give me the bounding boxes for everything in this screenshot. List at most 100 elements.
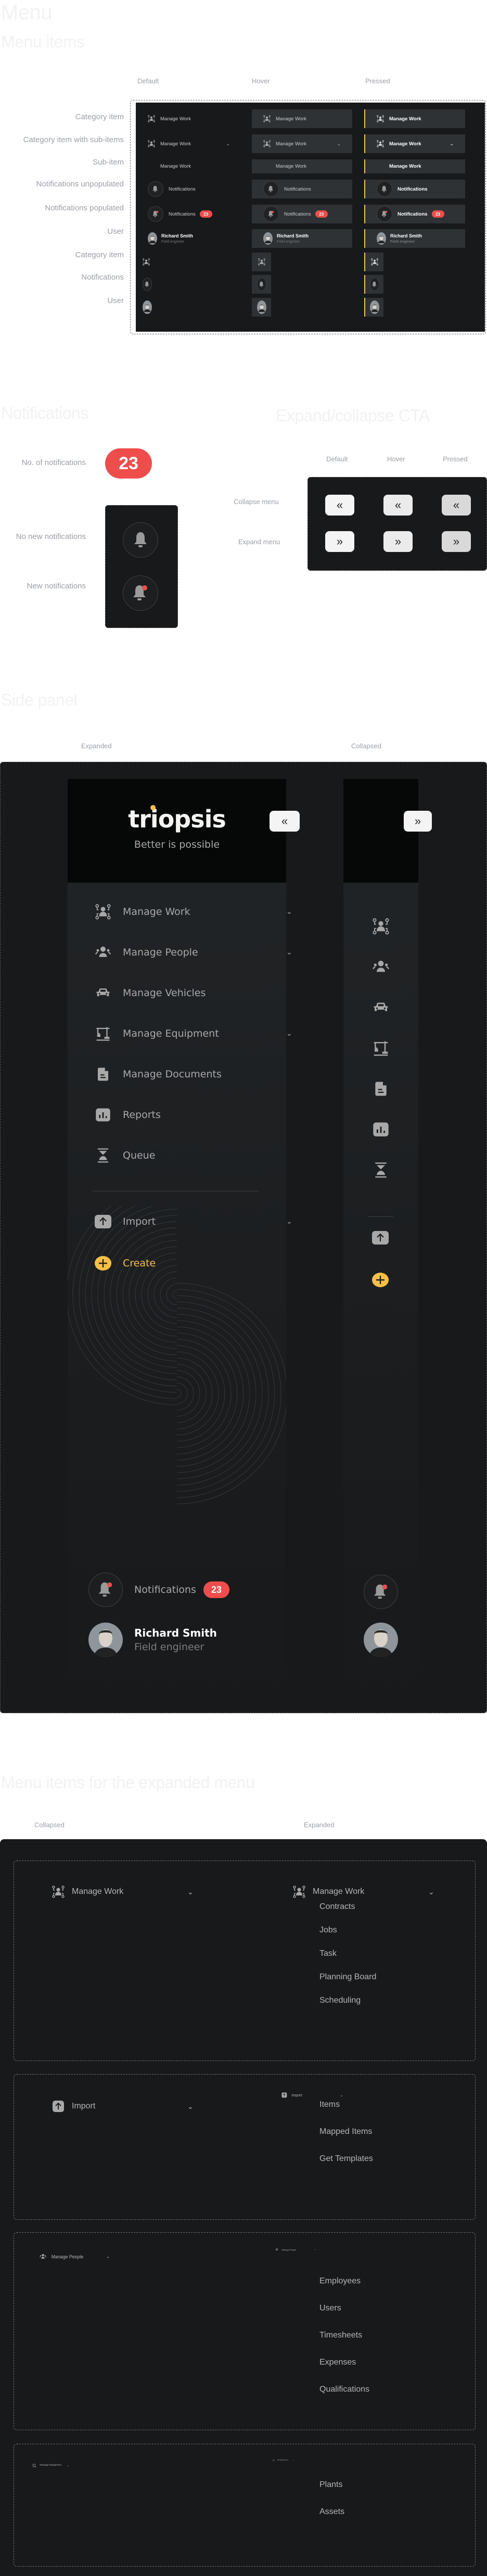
category-item-hover[interactable]: Manage Work — [252, 109, 352, 128]
document-icon — [373, 1082, 389, 1099]
notifications-icon-only-default[interactable] — [143, 275, 158, 294]
user-icon-only-pressed[interactable] — [364, 298, 383, 317]
expand-button-hover[interactable]: » — [383, 531, 413, 552]
notifications-populated-pressed[interactable]: Notifications 23 — [364, 205, 465, 223]
menu-item-queue[interactable]: Queue — [94, 1148, 155, 1163]
bell-icon — [257, 278, 266, 291]
category-item-with-sub-items-hover[interactable]: Manage Work ⌄ — [252, 134, 352, 153]
sub-item[interactable]: Timesheets — [319, 2331, 362, 2340]
chevron-down-icon: ⌄ — [286, 948, 292, 957]
item-label: Notifications — [284, 211, 311, 217]
chevron-down-icon: ⌄ — [187, 1887, 194, 1896]
collapse-button[interactable]: « — [270, 811, 300, 832]
expand-button-default[interactable]: » — [325, 531, 354, 552]
sub-item[interactable]: Jobs — [319, 1926, 337, 1935]
menu-item-reports-collapsed[interactable] — [373, 1121, 389, 1140]
category-item-with-sub-items-pressed[interactable]: Manage Work ⌄ — [364, 134, 465, 153]
category-item-default[interactable]: Manage Work — [143, 109, 241, 128]
menu-item-manage-work[interactable]: Manage Work ⌄ — [94, 904, 292, 920]
sub-item[interactable]: Qualifications — [319, 2385, 369, 2394]
menu-item-manage-documents-collapsed[interactable] — [373, 1080, 389, 1100]
category-item-icon-only-pressed[interactable] — [364, 253, 383, 271]
sub-item[interactable]: Plants — [319, 2480, 342, 2490]
bell-icon — [369, 278, 379, 291]
notifications-icon-only-hover[interactable] — [252, 275, 271, 294]
menu-item-manage-equipment[interactable]: Manage Equipment ⌄ — [94, 1026, 292, 1041]
bell-no-new[interactable] — [123, 522, 158, 558]
sub-item-pressed[interactable]: Manage Work — [364, 159, 465, 173]
sub-item[interactable]: Items — [319, 2100, 340, 2109]
expand-button[interactable]: » — [404, 811, 432, 832]
menu-item-manage-work-collapsed[interactable] — [373, 918, 389, 937]
category-item-pressed[interactable]: Manage Work — [364, 109, 465, 128]
label-expanded: Expanded — [81, 742, 112, 750]
create-button[interactable]: Create — [94, 1255, 156, 1271]
notifications-unpopulated-hover[interactable]: Notifications — [252, 180, 352, 198]
category-item-with-sub-items-default[interactable]: Manage Work ⌄ — [143, 134, 241, 153]
user-profile[interactable]: Richard Smith Field engineer — [88, 1623, 217, 1657]
notifications-populated-hover[interactable]: Notifications 23 — [252, 205, 352, 223]
group-expanded-0[interactable]: Manage Work ⌄ — [293, 1886, 434, 1898]
user-item-default[interactable]: Richard Smith Field engineer — [143, 229, 241, 248]
collapse-button-hover[interactable]: « — [383, 495, 413, 516]
group-expanded-3[interactable]: Manage Equipment ⌄ — [273, 2459, 294, 2461]
group-collapsed-3[interactable]: Manage Equipment ⌄ — [32, 2464, 70, 2467]
label-count: No. of notifications — [21, 458, 86, 467]
manage-work-icon — [263, 115, 271, 122]
car-icon — [94, 985, 112, 1001]
notifications-icon-only-pressed[interactable] — [364, 275, 383, 294]
category-item-icon-only-hover[interactable] — [252, 253, 271, 271]
user-role: Field engineer — [161, 240, 185, 244]
user-icon-only-default[interactable] — [143, 298, 158, 317]
sub-item[interactable]: Get Templates — [319, 2154, 373, 2164]
group-expanded-1[interactable]: Import ⌄ — [281, 2092, 343, 2098]
group-expanded-2[interactable]: Manage People ⌄ — [275, 2248, 316, 2251]
menu-item-manage-documents[interactable]: Manage Documents — [94, 1066, 222, 1082]
menu-item-import[interactable]: Import ⌄ — [94, 1214, 292, 1229]
sub-item[interactable]: Mapped Items — [319, 2127, 372, 2137]
sub-item-hover[interactable]: Manage Work — [252, 159, 352, 173]
notifications-item[interactable]: Notifications 23 — [88, 1573, 229, 1607]
collapse-button-default[interactable]: « — [325, 495, 354, 516]
group-collapsed-1[interactable]: Import ⌄ — [52, 2100, 194, 2113]
group-collapsed-0[interactable]: Manage Work ⌄ — [52, 1886, 194, 1898]
menu-item-reports[interactable]: Reports — [94, 1107, 161, 1123]
category-item-icon-only-default[interactable] — [143, 253, 158, 271]
user-icon-only-hover[interactable] — [252, 298, 271, 317]
menu-item-manage-vehicles-collapsed[interactable] — [373, 999, 389, 1019]
item-label: Manage Work — [276, 116, 306, 122]
menu-item-manage-people-collapsed[interactable] — [373, 959, 389, 978]
create-button-collapsed[interactable] — [372, 1272, 389, 1290]
sub-item-default[interactable]: Manage Work — [143, 159, 241, 173]
notification-badge: 23 — [199, 210, 212, 218]
collapse-button-pressed[interactable]: « — [442, 495, 471, 516]
notifications-unpopulated-default[interactable]: Notifications — [143, 180, 241, 198]
upload-icon — [94, 1214, 112, 1229]
avatar — [88, 1623, 123, 1657]
sub-item[interactable]: Task — [319, 1949, 337, 1958]
user-item-pressed[interactable]: Richard Smith Field engineer — [364, 229, 465, 248]
avatar-collapsed[interactable] — [364, 1623, 398, 1657]
expanded-menu-group-3 — [14, 2444, 476, 2567]
bell-new[interactable] — [123, 575, 158, 611]
sub-item[interactable]: Users — [319, 2304, 341, 2313]
menu-item-queue-collapsed[interactable] — [373, 1162, 389, 1181]
sub-item[interactable]: Assets — [319, 2507, 344, 2517]
notification-bell-collapsed[interactable] — [364, 1575, 398, 1609]
menu-item-manage-people[interactable]: Manage People ⌄ — [94, 945, 292, 960]
menu-item-manage-vehicles[interactable]: Manage Vehicles — [94, 985, 206, 1001]
expand-button-pressed[interactable]: » — [442, 531, 471, 552]
manage-work-icon — [148, 115, 155, 122]
user-item-hover[interactable]: Richard Smith Field engineer — [252, 229, 352, 248]
notifications-populated-default[interactable]: Notifications 23 — [143, 205, 241, 223]
group-label: Manage Equipment — [40, 2464, 61, 2467]
sub-item[interactable]: Planning Board — [319, 1972, 376, 1982]
notifications-unpopulated-pressed[interactable]: Notifications — [364, 180, 465, 198]
sub-item[interactable]: Scheduling — [319, 1996, 361, 2005]
sub-item[interactable]: Employees — [319, 2277, 361, 2286]
sub-item[interactable]: Expenses — [319, 2358, 356, 2367]
menu-item-manage-equipment-collapsed[interactable] — [373, 1040, 389, 1059]
sub-item[interactable]: Contracts — [319, 1902, 355, 1912]
group-collapsed-2[interactable]: Manage People ⌄ — [40, 2253, 110, 2260]
menu-item-import-collapsed[interactable] — [372, 1231, 389, 1247]
